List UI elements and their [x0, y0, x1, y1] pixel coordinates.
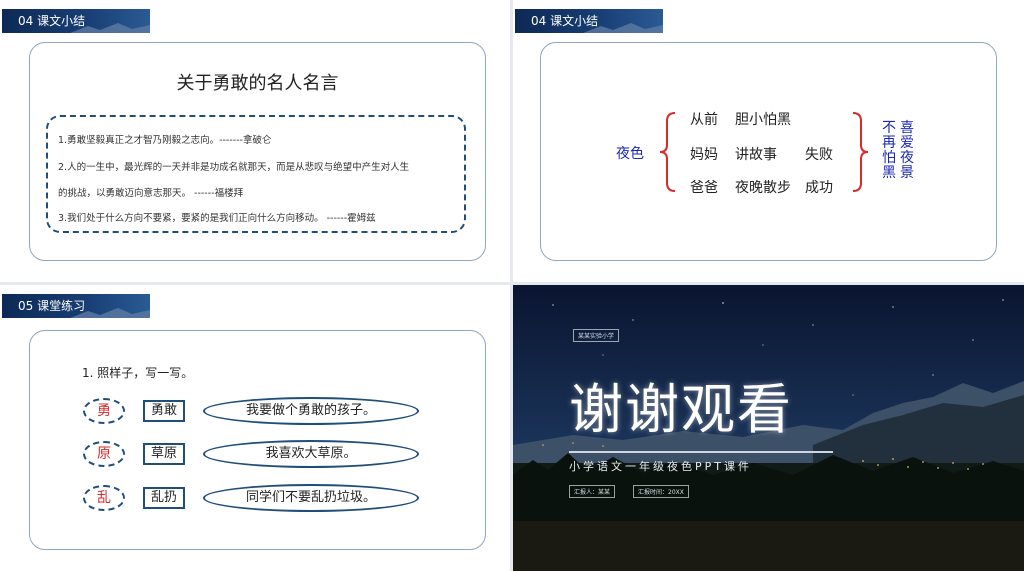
time-label: 汇报时间：20XX	[633, 485, 689, 498]
sentence-oval: 我喜欢大草原。	[203, 440, 419, 468]
content-card: 关于勇敢的名人名言 1.勇敢坚毅真正之才智乃刚毅之志向。-------拿破仑 2…	[29, 42, 486, 261]
slide-summary-quotes[interactable]: 04 课文小结 关于勇敢的名人名言 1.勇敢坚毅真正之才智乃刚毅之志向。----…	[0, 0, 510, 282]
section-tag: 04 课文小结	[2, 9, 150, 33]
right-bracket	[852, 112, 869, 192]
sentence-oval: 我要做个勇敢的孩子。	[203, 397, 419, 425]
content-card: 1. 照样子，写一写。 勇 勇敢 我要做个勇敢的孩子。 原 草原 我喜欢大草原。…	[29, 330, 486, 550]
char-oval: 乱	[83, 485, 125, 511]
row-label: 从前	[690, 112, 718, 128]
slide-exercise[interactable]: 05 课堂练习 1. 照样子，写一写。 勇 勇敢 我要做个勇敢的孩子。 原 草原…	[0, 285, 510, 571]
result-col-1: 不再怕黑	[882, 120, 896, 181]
word-box: 勇敢	[143, 400, 185, 422]
content-card: 夜色 从前 胆小怕黑 妈妈 讲故事 失败 爸爸 夜晚散步 成功 不再怕黑 喜爱夜…	[540, 42, 997, 261]
reporter-label: 汇报人：某某	[569, 485, 616, 498]
row-label: 夜晚散步	[735, 180, 791, 196]
row-label: 妈妈	[690, 147, 718, 163]
left-bracket	[659, 112, 676, 192]
quote-line: 3.我们处于什么方向不要紧，要紧的是我们正向什么方向移动。 ------霍姆兹	[58, 213, 376, 224]
title-underline	[569, 451, 833, 453]
slide-title: 关于勇敢的名人名言	[176, 73, 339, 94]
word-box: 乱扔	[143, 487, 185, 509]
topic-label: 夜色	[616, 146, 644, 162]
quote-box: 1.勇敢坚毅真正之才智乃刚毅之志向。-------拿破仑 2.人的一生中，最光辉…	[46, 115, 466, 233]
char-oval: 原	[83, 441, 125, 467]
quote-line: 1.勇敢坚毅真正之才智乃刚毅之志向。-------拿破仑	[58, 135, 272, 146]
char-oval: 勇	[83, 398, 125, 424]
school-label: 某某实验小学	[573, 329, 620, 342]
quote-line: 2.人的一生中，最光辉的一天并非是功成名就那天，而是从悲叹与绝望中产生对人生	[58, 162, 410, 173]
row-label: 成功	[805, 180, 833, 196]
slide-summary-diagram[interactable]: 04 课文小结 夜色 从前 胆小怕黑 妈妈 讲故事 失败 爸爸 夜晚散步 成功 …	[513, 0, 1024, 282]
exercise-question: 1. 照样子，写一写。	[82, 366, 194, 380]
row-label: 胆小怕黑	[735, 112, 791, 128]
row-label: 讲故事	[735, 147, 777, 163]
word-box: 草原	[143, 443, 185, 465]
quote-line: 的挑战，以勇敢迈向意志那天。 ------福楼拜	[58, 188, 244, 199]
row-label: 爸爸	[690, 180, 718, 196]
slide-thanks[interactable]: 某某实验小学 谢谢观看 小学语文一年级夜色PPT课件 汇报人：某某 汇报时间：2…	[513, 285, 1024, 571]
thanks-title: 谢谢观看	[569, 378, 793, 441]
section-tag: 05 课堂练习	[2, 294, 150, 318]
result-col-2: 喜爱夜景	[900, 120, 914, 181]
subtitle: 小学语文一年级夜色PPT课件	[569, 460, 752, 473]
row-label: 失败	[805, 147, 833, 163]
sentence-oval: 同学们不要乱扔垃圾。	[203, 484, 419, 512]
section-tag: 04 课文小结	[515, 9, 663, 33]
